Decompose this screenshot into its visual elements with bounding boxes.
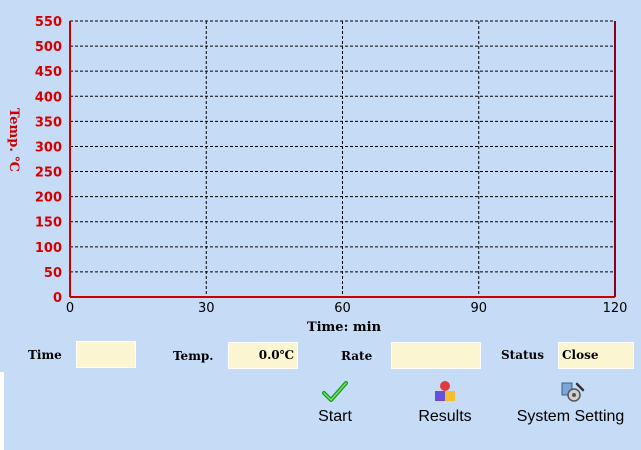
y-tick-label: 400: [35, 90, 62, 105]
y-tick-label: 200: [35, 191, 62, 206]
y-tick-label: 350: [35, 115, 62, 130]
x-tick-label: 0: [66, 301, 74, 316]
y-tick-label: 100: [35, 241, 62, 256]
y-axis-label: Temp. ℃: [6, 108, 21, 172]
rate-field: [391, 342, 481, 369]
time-field: [76, 341, 136, 368]
y-tick-label: 0: [53, 291, 62, 306]
panel-edge: [0, 372, 4, 450]
system-setting-label: System Setting: [516, 408, 625, 425]
temp-label: Temp.: [173, 349, 214, 363]
checkmark-icon: [322, 381, 348, 402]
y-tick-label: 300: [35, 140, 62, 155]
rate-label: Rate: [341, 349, 373, 363]
x-tick-label: 60: [334, 301, 351, 316]
y-tick-label: 550: [35, 15, 62, 30]
y-tick-labels: 0 50 100 150 200 250 300 350 400 450 500 550: [35, 15, 62, 306]
x-tick-label: 120: [603, 301, 628, 316]
status-field: Close: [558, 342, 634, 369]
x-tick-labels: 0 30 60 90 120: [66, 301, 628, 316]
results-button[interactable]: Results: [410, 380, 480, 426]
status-label: Status: [501, 348, 545, 362]
time-label: Time: [28, 348, 62, 362]
y-tick-label: 50: [44, 266, 62, 281]
y-tick-label: 500: [35, 40, 62, 55]
temperature-chart: 0 50 100 150 200 250 300 350 400 450 500 550 0 30 60 9…: [6, 15, 628, 335]
system-setting-button[interactable]: System Setting: [508, 380, 633, 426]
start-label: Start: [318, 408, 352, 425]
results-label: Results: [418, 408, 472, 425]
start-button[interactable]: Start: [310, 380, 360, 426]
x-axis-label: Time: min: [307, 320, 382, 335]
temp-field: 0.0℃: [228, 342, 298, 369]
shapes-icon: [435, 381, 455, 401]
y-tick-label: 450: [35, 65, 62, 80]
x-tick-label: 90: [470, 301, 487, 316]
settings-tools-icon: [561, 382, 584, 402]
y-tick-label: 250: [35, 166, 62, 181]
x-tick-label: 30: [198, 301, 215, 316]
y-tick-label: 150: [35, 216, 62, 231]
